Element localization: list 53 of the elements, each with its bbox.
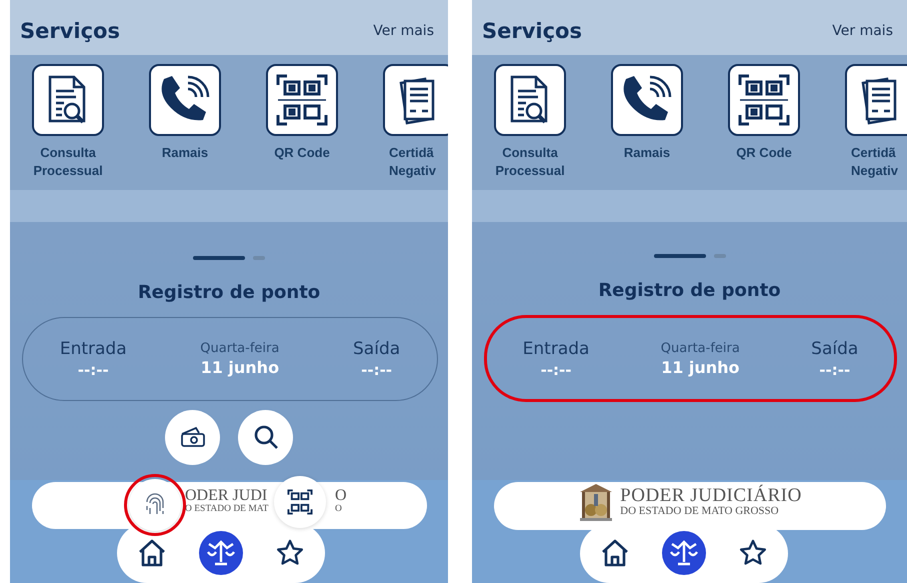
exit-time: --:--	[361, 360, 392, 379]
date-text: 11 junho	[661, 358, 740, 377]
logo-subtitle: DO ESTADO DE MATO GROSSO	[620, 506, 780, 518]
weekday-label: Quarta-feira	[660, 340, 740, 356]
service-label: Certidã Negativ	[389, 144, 437, 180]
exit-time: --:--	[819, 360, 850, 379]
star-icon	[739, 539, 768, 568]
section-title: Serviços	[482, 18, 582, 43]
service-tile[interactable]	[383, 64, 448, 136]
service-tile[interactable]	[149, 64, 221, 136]
service-tile[interactable]	[845, 64, 907, 136]
logo-subtitle: O	[334, 504, 343, 515]
section-title: Registro de ponto	[597, 280, 782, 302]
page-indicator[interactable]	[193, 256, 245, 260]
service-label: Certidã Negativ	[851, 144, 899, 180]
qr-code-icon	[275, 72, 329, 127]
service-label: Consulta Processual	[494, 144, 566, 180]
entry-label: Entrada	[522, 338, 590, 359]
page-indicator[interactable]	[654, 254, 706, 258]
service-label: QR Code	[735, 144, 793, 162]
service-tile[interactable]	[266, 64, 338, 136]
exit-label: Saída	[353, 338, 400, 359]
qr-code-icon	[287, 489, 313, 515]
service-tile[interactable]	[32, 64, 104, 136]
section-title: Serviços	[20, 18, 120, 43]
entry-label: Entrada	[60, 338, 127, 359]
home-icon	[138, 539, 166, 568]
date-text: 11 junho	[200, 358, 280, 377]
see-more-link[interactable]: Ver mais	[832, 22, 893, 39]
logo-text: PODER JUDICIÁRIO	[620, 486, 802, 506]
exit-label: Saída	[811, 338, 858, 359]
qr-code-icon	[737, 72, 791, 127]
money-icon	[180, 426, 206, 448]
service-label: Ramais	[622, 144, 672, 162]
scales-icon	[206, 540, 236, 566]
star-icon	[276, 539, 304, 568]
service-label: Ramais	[160, 144, 210, 162]
section-title: Registro de ponto	[136, 282, 322, 304]
service-label: QR Code	[273, 144, 331, 162]
service-tile[interactable]	[611, 64, 683, 136]
search-icon	[252, 424, 278, 450]
weekday-label: Quarta-feira	[200, 340, 280, 356]
logo-text: ODER JUDI	[185, 488, 268, 504]
service-label: Consulta Processual	[32, 144, 104, 180]
scales-icon	[668, 540, 699, 566]
service-tile[interactable]	[494, 64, 566, 136]
see-more-link[interactable]: Ver mais	[373, 22, 434, 39]
service-tile[interactable]	[728, 64, 800, 136]
logo-text: O	[334, 488, 347, 504]
logo-subtitle: O ESTADO DE MAT	[185, 504, 268, 515]
entry-time: --:--	[540, 360, 572, 379]
home-icon	[600, 539, 629, 568]
entry-time: --:--	[78, 360, 109, 379]
